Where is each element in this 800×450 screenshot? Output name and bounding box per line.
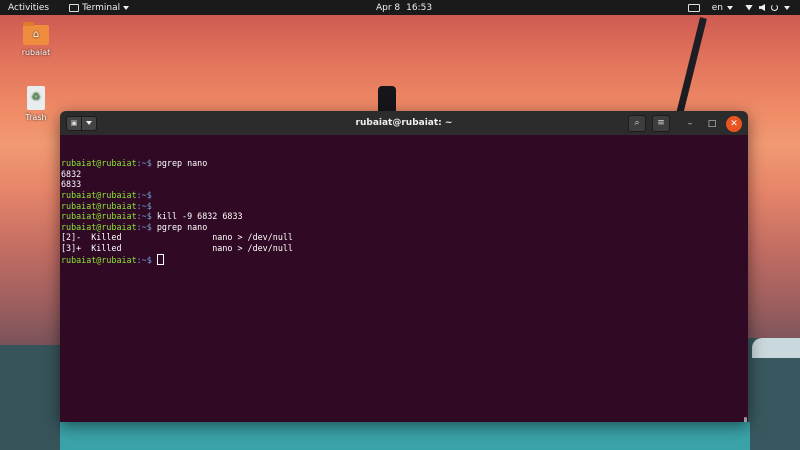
prompt-user-host: rubaiat@rubaiat bbox=[61, 200, 137, 211]
chevron-down-icon bbox=[86, 120, 92, 125]
terminal-window: ▣ rubaiat@rubaiat: ~ ⌕ ≡ – □ ✕ rubaiat@r… bbox=[60, 111, 748, 422]
desktop-icon-label: rubaiat bbox=[21, 48, 51, 57]
clock-date: Apr 8 bbox=[376, 2, 401, 13]
terminal-line: rubaiat@rubaiat:~$ bbox=[61, 201, 748, 212]
chevron-down-icon bbox=[123, 5, 130, 10]
terminal-line: rubaiat@rubaiat:~$ pgrep nano bbox=[61, 222, 748, 233]
prompt-user-host: rubaiat@rubaiat bbox=[61, 158, 137, 169]
desktop-icon-home[interactable]: ⌂ rubaiat bbox=[11, 22, 61, 57]
prompt-path: :~$ bbox=[136, 211, 152, 222]
wifi-icon bbox=[745, 4, 753, 11]
prompt-path: :~$ bbox=[136, 158, 152, 169]
wallpaper-roof-right bbox=[752, 338, 800, 358]
command-text: pgrep nano bbox=[151, 158, 208, 169]
terminal-line: rubaiat@rubaiat:~$ kill -9 6832 6833 bbox=[61, 211, 748, 222]
clock-time: 16:53 bbox=[406, 2, 433, 13]
wallpaper-lamp bbox=[378, 86, 396, 112]
command-text: kill -9 6832 6833 bbox=[151, 211, 243, 222]
wallpaper-cabin-left bbox=[0, 345, 62, 450]
language-indicator[interactable]: en bbox=[712, 3, 733, 13]
terminal-output[interactable]: rubaiat@rubaiat:~$ pgrep nano 6832 6833 rub… bbox=[60, 135, 748, 422]
terminal-line: rubaiat@rubaiat:~$ pgrep nano bbox=[61, 158, 748, 169]
system-menu[interactable] bbox=[745, 4, 790, 11]
close-button[interactable]: ✕ bbox=[726, 115, 742, 132]
clock[interactable]: Apr 8 16:53 bbox=[376, 3, 432, 13]
terminal-line: rubaiat@rubaiat:~$ bbox=[61, 190, 748, 201]
app-menu[interactable]: Terminal bbox=[69, 2, 130, 13]
terminal-line: 6833 bbox=[61, 179, 748, 190]
minimize-button[interactable]: – bbox=[682, 116, 698, 132]
search-button[interactable]: ⌕ bbox=[628, 115, 646, 132]
terminal-line: [2]- Killed nano > /dev/null bbox=[61, 232, 748, 243]
new-tab-menu-button[interactable] bbox=[82, 115, 97, 131]
maximize-button[interactable]: □ bbox=[704, 116, 720, 132]
terminal-titlebar[interactable]: ▣ rubaiat@rubaiat: ~ ⌕ ≡ – □ ✕ bbox=[60, 111, 748, 135]
prompt-user-host: rubaiat@rubaiat bbox=[61, 221, 137, 232]
terminal-icon bbox=[69, 3, 80, 12]
trash-icon: ♻ bbox=[27, 86, 45, 110]
scrollbar[interactable] bbox=[744, 417, 747, 422]
prompt-path: :~$ bbox=[136, 254, 152, 265]
hamburger-icon: ≡ bbox=[657, 118, 665, 128]
prompt-path: :~$ bbox=[136, 200, 152, 211]
prompt-user-host: rubaiat@rubaiat bbox=[61, 189, 137, 200]
output-text: [3]+ Killed nano > /dev/null bbox=[61, 242, 293, 253]
screen-icon[interactable] bbox=[687, 3, 700, 12]
desktop-icon-label: Trash bbox=[25, 113, 47, 122]
output-text: 6833 bbox=[61, 179, 82, 190]
search-icon: ⌕ bbox=[634, 118, 640, 128]
wallpaper-teal-band bbox=[60, 422, 750, 450]
prompt-user-host: rubaiat@rubaiat bbox=[61, 211, 137, 222]
new-tab-button[interactable]: ▣ bbox=[66, 115, 82, 131]
volume-icon bbox=[759, 4, 765, 11]
output-text: 6832 bbox=[61, 168, 82, 179]
app-menu-label: Terminal bbox=[82, 2, 121, 13]
new-tab-group: ▣ bbox=[66, 115, 97, 131]
command-text: pgrep nano bbox=[151, 221, 208, 232]
desktop-icon-trash[interactable]: ♻ Trash bbox=[11, 86, 61, 122]
terminal-line: rubaiat@rubaiat:~$ bbox=[61, 253, 748, 265]
activities-button[interactable]: Activities bbox=[8, 3, 49, 13]
menu-button[interactable]: ≡ bbox=[652, 115, 670, 132]
top-bar: Activities Terminal Apr 8 16:53 en bbox=[0, 0, 800, 15]
window-controls: ⌕ ≡ – □ ✕ bbox=[628, 115, 742, 132]
output-text: [2]- Killed nano > /dev/null bbox=[61, 232, 293, 243]
home-folder-icon: ⌂ bbox=[23, 22, 49, 45]
system-tray: en bbox=[687, 3, 790, 13]
terminal-line: [3]+ Killed nano > /dev/null bbox=[61, 243, 748, 254]
prompt-path: :~$ bbox=[136, 221, 152, 232]
terminal-line: 6832 bbox=[61, 169, 748, 180]
chevron-down-icon bbox=[784, 5, 790, 10]
prompt-path: :~$ bbox=[136, 189, 152, 200]
chevron-down-icon bbox=[727, 5, 733, 10]
language-label: en bbox=[711, 2, 723, 13]
cursor bbox=[156, 253, 164, 265]
prompt-user-host: rubaiat@rubaiat bbox=[61, 254, 137, 265]
power-icon bbox=[771, 4, 778, 11]
